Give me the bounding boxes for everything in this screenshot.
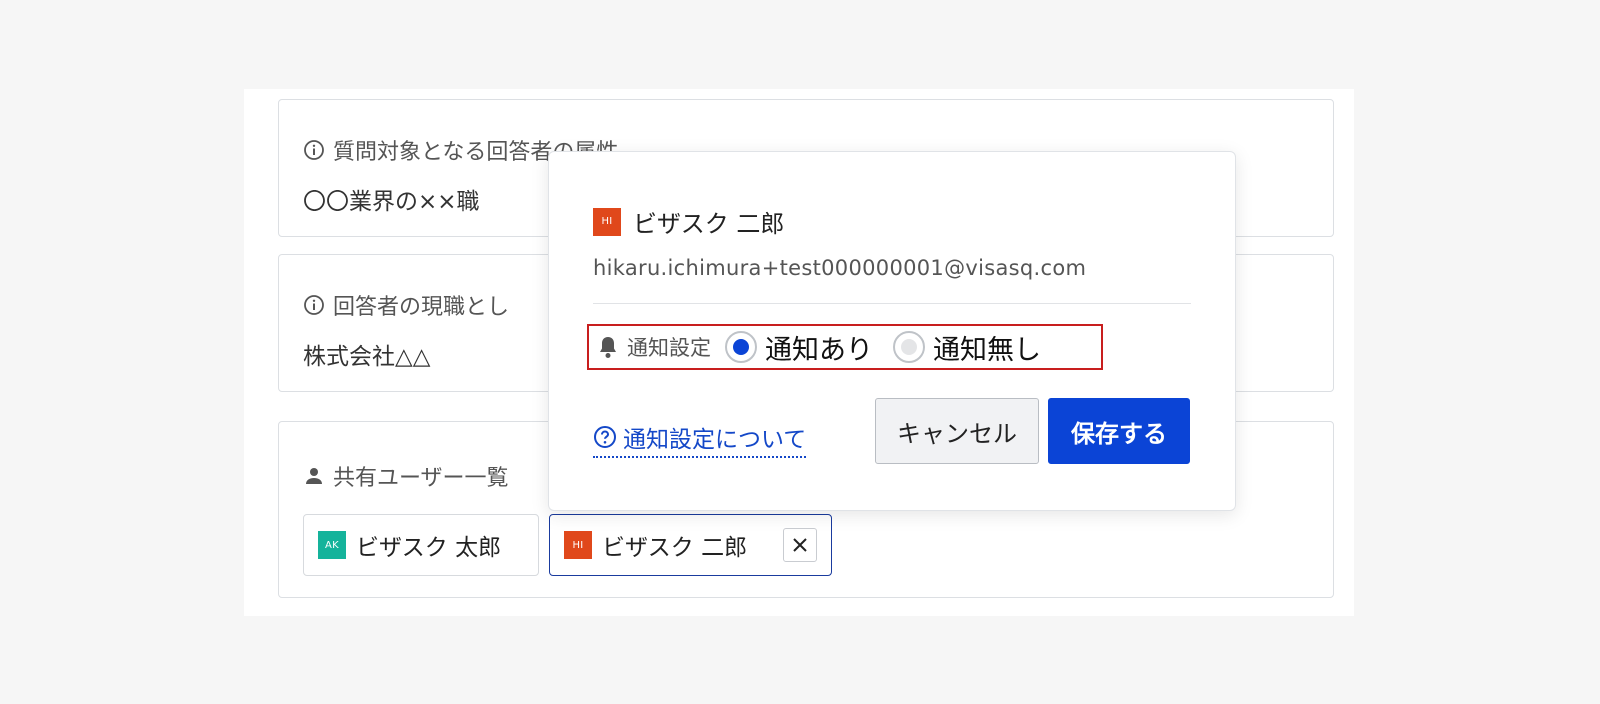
help-icon	[593, 425, 617, 449]
card-label-text: 回答者の現職とし	[333, 295, 510, 320]
popover-user: HI ビザスク 二郎	[593, 204, 784, 239]
radio-notify-on[interactable]	[725, 331, 757, 363]
card-value: 株式会社△△	[303, 344, 431, 370]
user-icon	[303, 465, 325, 487]
notification-help-link[interactable]: 通知設定について	[593, 420, 807, 458]
card-label-text: 共有ユーザー一覧	[333, 466, 509, 491]
radio-notify-off-label[interactable]: 通知無し	[933, 328, 1041, 367]
chip-user-name: ビザスク 太郎	[356, 535, 502, 561]
notification-setting-row: 通知設定 通知あり 通知無し	[587, 324, 1103, 370]
radio-dot	[901, 339, 917, 355]
card-value: 〇〇業界の××職	[303, 189, 480, 215]
card-label: 回答者の現職とし	[303, 289, 509, 321]
avatar: AK	[318, 531, 346, 559]
shared-user-chip[interactable]: AK ビザスク 太郎	[303, 514, 539, 576]
notification-settings-popover: HI ビザスク 二郎 hikaru.ichimura+test000000001…	[548, 151, 1236, 511]
card-label: 共有ユーザー一覧	[303, 460, 509, 492]
remove-user-button[interactable]	[783, 528, 817, 562]
save-button[interactable]: 保存する	[1048, 398, 1190, 464]
popover-user-email: hikaru.ichimura+test000000001@visasq.com	[593, 256, 1087, 280]
info-icon	[303, 294, 325, 316]
cancel-button[interactable]: キャンセル	[875, 398, 1039, 464]
divider	[593, 303, 1191, 304]
bell-icon	[597, 335, 619, 359]
avatar: HI	[593, 207, 621, 236]
popover-user-name: ビザスク 二郎	[633, 210, 785, 238]
info-icon	[303, 139, 325, 161]
chip-user-name: ビザスク 二郎	[602, 535, 748, 561]
notification-setting-label: 通知設定	[627, 336, 711, 360]
radio-notify-off[interactable]	[893, 331, 925, 363]
radio-dot	[733, 339, 749, 355]
radio-notify-on-label[interactable]: 通知あり	[765, 328, 873, 367]
shared-user-chip-selected[interactable]: HI ビザスク 二郎	[549, 514, 832, 576]
help-link-text: 通知設定について	[623, 427, 807, 453]
close-icon	[793, 538, 807, 552]
avatar: HI	[564, 531, 592, 559]
